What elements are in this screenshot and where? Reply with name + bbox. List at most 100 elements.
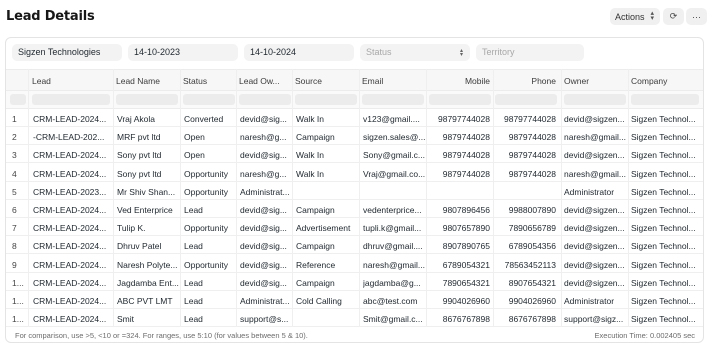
lead-id-cell[interactable]: CRM-LEAD-2024...	[33, 260, 111, 270]
mobile-cell[interactable]: 9879744028	[428, 169, 490, 179]
row-number-cell[interactable]: 7	[12, 223, 27, 233]
owner-cell[interactable]: devid@sigzen...	[564, 150, 627, 160]
lead-owner-cell[interactable]: devid@sig...	[240, 150, 292, 160]
owner-cell[interactable]: devid@sigzen...	[564, 260, 627, 270]
phone-cell[interactable]: 6789054356	[494, 241, 556, 251]
company-cell[interactable]: Sigzen Technol...	[631, 241, 701, 251]
lead-owner-cell[interactable]: devid@sig...	[240, 260, 292, 270]
lead-owner-cell[interactable]: naresh@g...	[240, 132, 292, 142]
lead-name-cell[interactable]: MRF pvt ltd	[117, 132, 179, 142]
status-cell[interactable]: Lead	[184, 205, 236, 215]
status-cell[interactable]: Opportunity	[184, 260, 236, 270]
row-number-cell[interactable]: 4	[12, 169, 27, 179]
table-row[interactable]: 2 -CRM-LEAD-202... MRF pvt ltd Open naresh@g…	[6, 127, 703, 146]
lead-id-cell[interactable]: CRM-LEAD-2024...	[33, 150, 111, 160]
lead-owner-cell[interactable]: devid@sig...	[240, 114, 292, 124]
column-header-email[interactable]: Email	[362, 76, 426, 86]
phone-cell[interactable]: 7890656789	[494, 223, 556, 233]
table-row[interactable]: 8 CRM-LEAD-2024... Dhruv Patel Lead devid@si…	[6, 236, 703, 255]
source-cell[interactable]: Campaign	[296, 278, 358, 288]
status-cell[interactable]: Open	[184, 150, 236, 160]
status-cell[interactable]: Opportunity	[184, 187, 236, 197]
owner-cell[interactable]: devid@sigzen...	[564, 278, 627, 288]
more-button[interactable]: ···	[686, 8, 707, 25]
lead-name-cell[interactable]: Dhruv Patel	[117, 241, 179, 251]
row-number-cell[interactable]: 5	[12, 187, 27, 197]
column-header-phone[interactable]: Phone	[495, 76, 556, 86]
table-row[interactable]: 6 CRM-LEAD-2024... Ved Enterprice Lead devid…	[6, 200, 703, 218]
company-cell[interactable]: Sigzen Technol...	[631, 150, 701, 160]
mobile-column-filter[interactable]	[429, 94, 491, 105]
territory-filter[interactable]: Territory	[476, 44, 584, 61]
mobile-cell[interactable]: 9879744028	[428, 150, 490, 160]
owner-cell[interactable]: devid@sigzen...	[564, 223, 627, 233]
row-number-filter[interactable]	[10, 94, 26, 105]
phone-column-filter[interactable]	[495, 94, 557, 105]
mobile-cell[interactable]: 9807896456	[428, 205, 490, 215]
owner-cell[interactable]: support@sigz...	[564, 314, 627, 324]
source-cell[interactable]: Walk In	[296, 169, 358, 179]
lead-id-cell[interactable]: CRM-LEAD-2024...	[33, 114, 111, 124]
phone-cell[interactable]: 9879744028	[494, 132, 556, 142]
mobile-cell[interactable]: 7890654321	[428, 278, 490, 288]
email-cell[interactable]: jagdamba@g...	[363, 278, 425, 288]
status-filter[interactable]: Status ▴ ▾	[360, 44, 470, 61]
company-cell[interactable]: Sigzen Technol...	[631, 260, 701, 270]
company-filter[interactable]: Sigzen Technologies	[12, 44, 122, 61]
table-row[interactable]: 1... CRM-LEAD-2024... Smit Lead support@s...…	[6, 309, 703, 328]
row-number-cell[interactable]: 1...	[12, 296, 27, 306]
status-cell[interactable]: Lead	[184, 241, 236, 251]
mobile-cell[interactable]: 6789054321	[428, 260, 490, 270]
lead-name-cell[interactable]: Naresh Polyte...	[117, 260, 179, 270]
lead-name-cell[interactable]: Vraj Akola	[117, 114, 179, 124]
lead-id-cell[interactable]: CRM-LEAD-2024...	[33, 314, 111, 324]
email-cell[interactable]: Vraj@gmail.co...	[363, 169, 425, 179]
phone-cell[interactable]: 78563452113	[494, 260, 556, 270]
column-header-lead-name[interactable]: Lead Name	[116, 76, 180, 86]
company-cell[interactable]: Sigzen Technol...	[631, 223, 701, 233]
phone-cell[interactable]: 98797744028	[494, 114, 556, 124]
company-cell[interactable]: Sigzen Technol...	[631, 205, 701, 215]
table-row[interactable]: 1... CRM-LEAD-2024... ABC PVT LMT Lead Admin…	[6, 291, 703, 309]
email-cell[interactable]: naresh@gmail...	[363, 260, 425, 270]
column-header-owner[interactable]: Owner	[564, 76, 628, 86]
email-cell[interactable]: Smit@gmail.c...	[363, 314, 425, 324]
owner-cell[interactable]: Administrator	[564, 296, 627, 306]
company-cell[interactable]: Sigzen Technol...	[631, 114, 701, 124]
company-cell[interactable]: Sigzen Technol...	[631, 187, 701, 197]
source-cell[interactable]: Walk In	[296, 150, 358, 160]
status-cell[interactable]: Open	[184, 132, 236, 142]
lead-owner-cell[interactable]: Administrat...	[240, 187, 292, 197]
mobile-cell[interactable]: 9879744028	[428, 132, 490, 142]
source-cell[interactable]: Campaign	[296, 132, 358, 142]
table-row[interactable]: 7 CRM-LEAD-2024... Tulip K. Opportunity devi…	[6, 218, 703, 237]
source-cell[interactable]: Campaign	[296, 205, 358, 215]
lead-owner-cell[interactable]: Administrat...	[240, 296, 292, 306]
lead-name-cell[interactable]: Tulip K.	[117, 223, 179, 233]
table-row[interactable]: 1... CRM-LEAD-2024... Jagdamba Ent... Lead d…	[6, 273, 703, 291]
table-row[interactable]: 5 CRM-LEAD-2023... Mr Shiv Shan... Opportun…	[6, 182, 703, 200]
row-number-cell[interactable]: 1...	[12, 278, 27, 288]
row-number-cell[interactable]: 6	[12, 205, 27, 215]
lead-name-cell[interactable]: ABC PVT LMT	[117, 296, 179, 306]
owner-cell[interactable]: naresh@gmail...	[564, 132, 627, 142]
lead-owner-cell[interactable]: support@s...	[240, 314, 292, 324]
owner-cell[interactable]: Administrator	[564, 187, 627, 197]
status-cell[interactable]: Lead	[184, 314, 236, 324]
lead-name-cell[interactable]: Sony pvt ltd	[117, 150, 179, 160]
lead-column-filter[interactable]	[32, 94, 110, 105]
lead-owner-column-filter[interactable]	[239, 94, 291, 105]
row-number-cell[interactable]: 2	[12, 132, 27, 142]
source-cell[interactable]: Reference	[296, 260, 358, 270]
lead-id-cell[interactable]: CRM-LEAD-2024...	[33, 169, 111, 179]
owner-cell[interactable]: devid@sigzen...	[564, 205, 627, 215]
actions-button[interactable]: Actions ▴ ▾	[610, 8, 660, 25]
lead-id-cell[interactable]: CRM-LEAD-2024...	[33, 296, 111, 306]
lead-id-cell[interactable]: CRM-LEAD-2024...	[33, 241, 111, 251]
lead-name-cell[interactable]: Mr Shiv Shan...	[117, 187, 179, 197]
lead-name-cell[interactable]: Ved Enterprice	[117, 205, 179, 215]
company-cell[interactable]: Sigzen Technol...	[631, 314, 701, 324]
email-column-filter[interactable]	[362, 94, 424, 105]
to-date-filter[interactable]: 14-10-2024	[244, 44, 354, 61]
phone-cell[interactable]: 8907654321	[494, 278, 556, 288]
